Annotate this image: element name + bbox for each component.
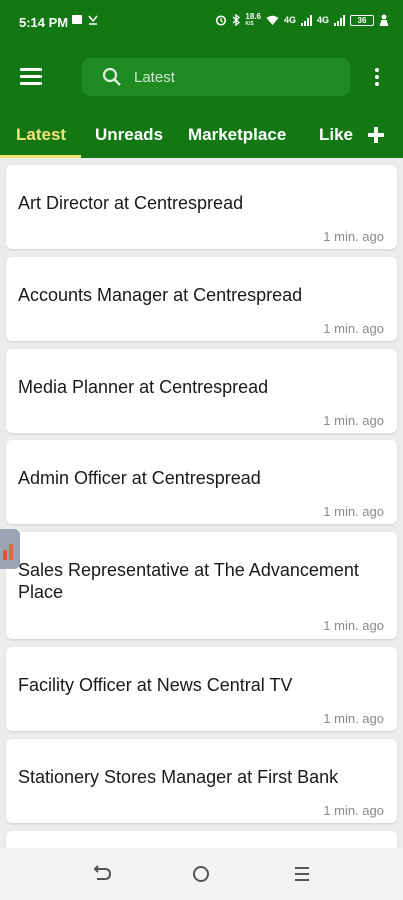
- wifi-icon: [266, 15, 279, 25]
- side-panel-handle[interactable]: [0, 529, 20, 569]
- post-title: Art Director at Centrespread: [18, 193, 244, 213]
- network-type-2: 4G: [316, 15, 329, 25]
- more-options-icon[interactable]: [370, 66, 384, 88]
- alarm-icon: [216, 15, 227, 26]
- list-item[interactable]: Accounts Manager at Centrespread 1 min. …: [6, 257, 397, 341]
- post-title: Admin Officer at Centrespread: [18, 468, 261, 488]
- post-time: 1 min. ago: [323, 711, 384, 726]
- post-title: Media Planner at Centrespread: [18, 377, 269, 397]
- app-bar: Latest Unreads Marketplace Like: [0, 46, 403, 158]
- list-item[interactable]: Sales Representative at The Advancement …: [6, 532, 397, 639]
- list-item[interactable]: Media Planner at Centrespread 1 min. ago: [6, 349, 397, 433]
- list-item[interactable]: Admin Officer at Centrespread 1 min. ago: [6, 440, 397, 524]
- signal-icon-2: [334, 14, 345, 26]
- signal-icon: [300, 14, 312, 26]
- search-icon: [102, 67, 121, 86]
- status-system-icons: 18.6 K/S 4G 4G 36: [215, 13, 389, 27]
- post-time: 1 min. ago: [323, 321, 384, 336]
- post-list: Art Director at Centrespread 1 min. ago …: [0, 158, 403, 848]
- back-icon[interactable]: [89, 861, 115, 887]
- message-icon: [72, 15, 82, 24]
- post-title: Facility Officer at News Central TV: [18, 675, 293, 695]
- search-input[interactable]: [134, 64, 334, 90]
- add-tab-icon[interactable]: [366, 125, 386, 145]
- tab-latest[interactable]: Latest: [16, 125, 66, 145]
- person-icon: [379, 14, 389, 26]
- home-icon[interactable]: [188, 861, 214, 887]
- tab-like[interactable]: Like: [319, 125, 353, 145]
- post-title: Accounts Manager at Centrespread: [18, 285, 303, 305]
- network-speed: 18.6 K/S: [245, 12, 261, 28]
- navigation-bar: [0, 848, 403, 900]
- post-time: 1 min. ago: [323, 413, 384, 428]
- network-type-1: 4G: [283, 15, 296, 25]
- tab-bar: Latest Unreads Marketplace Like: [0, 116, 355, 158]
- post-time: 1 min. ago: [323, 504, 384, 519]
- tab-unreads[interactable]: Unreads: [95, 125, 163, 145]
- post-title: Stationery Stores Manager at First Bank: [18, 767, 339, 787]
- status-time: 5:14 PM: [19, 15, 69, 30]
- post-time: 1 min. ago: [323, 803, 384, 818]
- status-notification-icons: [72, 14, 98, 25]
- list-item[interactable]: [6, 831, 397, 848]
- search-box[interactable]: [82, 58, 350, 96]
- download-icon: [88, 15, 98, 25]
- post-title: Sales Representative at The Advancement …: [18, 560, 359, 602]
- bluetooth-icon: [232, 14, 241, 26]
- recents-icon[interactable]: [289, 861, 315, 887]
- list-item[interactable]: Facility Officer at News Central TV 1 mi…: [6, 647, 397, 731]
- list-item[interactable]: Art Director at Centrespread 1 min. ago: [6, 165, 397, 249]
- status-bar: 5:14 PM 18.6 K/S 4G 4G 36: [0, 0, 403, 46]
- post-time: 1 min. ago: [323, 618, 384, 633]
- tab-marketplace[interactable]: Marketplace: [188, 125, 286, 145]
- menu-icon[interactable]: [20, 68, 44, 86]
- post-time: 1 min. ago: [323, 229, 384, 244]
- battery-icon: 36: [350, 14, 374, 26]
- list-item[interactable]: Stationery Stores Manager at First Bank …: [6, 739, 397, 823]
